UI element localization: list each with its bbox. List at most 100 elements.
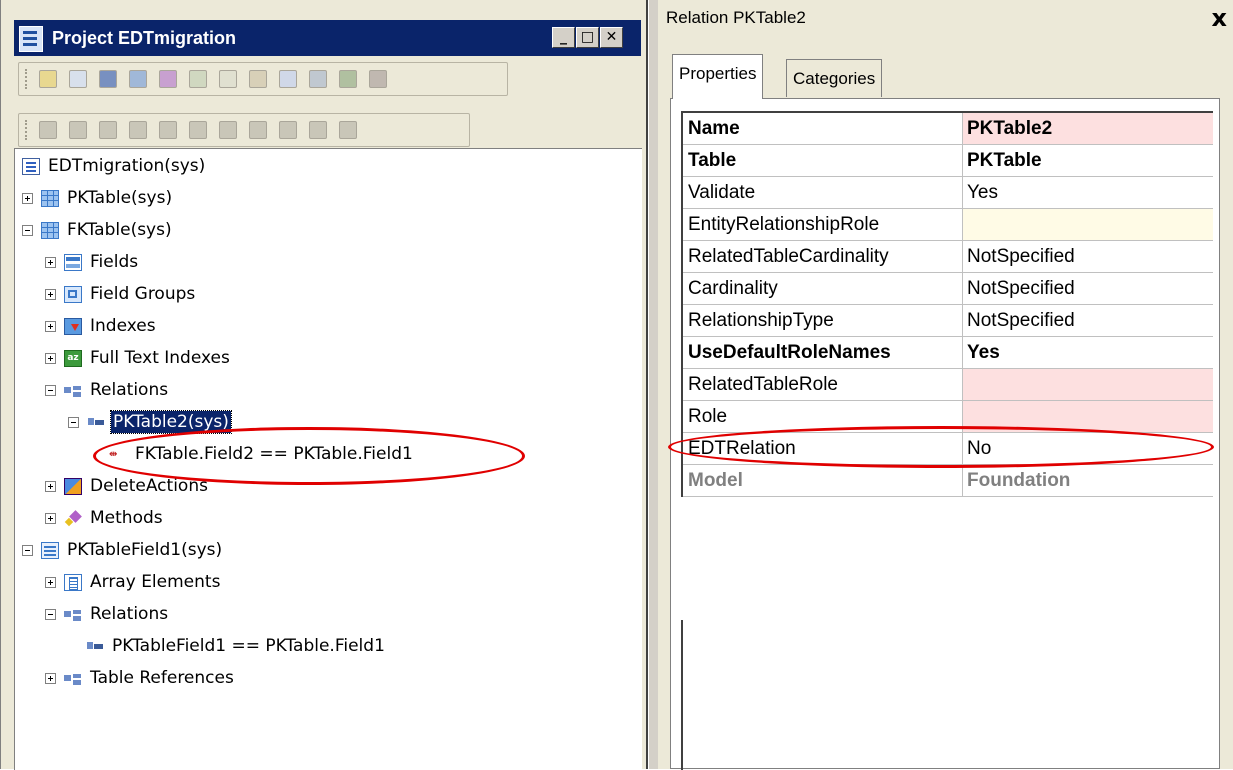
collapse-icon[interactable] <box>45 384 56 396</box>
save-icon <box>99 121 117 139</box>
property-value[interactable] <box>963 401 1213 432</box>
expand-icon[interactable] <box>45 288 56 300</box>
property-name: Model <box>683 465 963 496</box>
tree-node-array-elements[interactable]: Array Elements <box>45 569 222 595</box>
property-name: RelatedTableRole <box>683 369 963 400</box>
property-value[interactable]: No <box>963 433 1213 464</box>
tree-node-fields[interactable]: Fields <box>45 249 140 275</box>
checkin-icon[interactable] <box>249 70 267 88</box>
close-button[interactable]: ✕ <box>600 27 623 48</box>
sort-icon[interactable] <box>129 70 147 88</box>
expand-icon[interactable] <box>45 320 56 332</box>
tree-node-label: Field Groups <box>90 284 196 304</box>
property-value[interactable]: Yes <box>963 177 1213 208</box>
tree-node-table-references[interactable]: Table References <box>45 665 236 691</box>
property-value[interactable] <box>963 369 1213 400</box>
expand-icon[interactable] <box>22 192 33 204</box>
save-icon[interactable] <box>99 70 117 88</box>
minimize-button[interactable]: _ <box>552 27 575 48</box>
property-value[interactable]: PKTable <box>963 145 1213 176</box>
expand-icon[interactable] <box>45 352 56 364</box>
properties-icon[interactable] <box>69 70 87 88</box>
property-name: Validate <box>683 177 963 208</box>
tree-node-field-groups[interactable]: Field Groups <box>45 281 197 307</box>
compile-icon[interactable] <box>219 70 237 88</box>
collapse-icon[interactable] <box>22 544 33 556</box>
property-row-role[interactable]: Role <box>683 401 1213 433</box>
undo-icon[interactable] <box>309 70 327 88</box>
property-row-validate[interactable]: Validate Yes <box>683 177 1213 209</box>
property-row-entity-relationship-role[interactable]: EntityRelationshipRole <box>683 209 1213 241</box>
tree-node-indexes[interactable]: Indexes <box>45 313 158 339</box>
checkout-icon[interactable] <box>279 70 297 88</box>
tree-node-label: Relations <box>90 380 169 400</box>
property-row-use-default-role-names[interactable]: UseDefaultRoleNames Yes <box>683 337 1213 369</box>
project-toolbar-2 <box>18 113 470 147</box>
expand-icon[interactable] <box>45 512 56 524</box>
table-references-icon <box>64 670 82 687</box>
property-value[interactable]: NotSpecified <box>963 305 1213 336</box>
tree-node-full-text-indexes[interactable]: az Full Text Indexes <box>45 345 232 371</box>
tree-node-label: Relations <box>90 604 169 624</box>
sort-icon <box>129 121 147 139</box>
toolbar-grip[interactable] <box>25 69 31 89</box>
history-icon[interactable] <box>339 70 357 88</box>
property-row-related-table-cardinality[interactable]: RelatedTableCardinality NotSpecified <box>683 241 1213 273</box>
property-row-relationship-type[interactable]: RelationshipType NotSpecified <box>683 305 1213 337</box>
property-row-cardinality[interactable]: Cardinality NotSpecified <box>683 273 1213 305</box>
tree-node-root[interactable]: EDTmigration(sys) <box>22 153 207 179</box>
tree-node-label: FKTable(sys) <box>67 220 172 240</box>
project-toolbar-1 <box>18 62 508 96</box>
window-splitter[interactable] <box>648 0 658 769</box>
tree-node-edt-relations[interactable]: Relations <box>45 601 170 627</box>
tree-node-label: Fields <box>90 252 139 272</box>
collapse-icon[interactable] <box>68 416 79 428</box>
property-window-title: Relation PKTable2 <box>666 8 806 27</box>
open-icon[interactable] <box>39 70 57 88</box>
property-value[interactable]: PKTable2 <box>963 113 1213 144</box>
property-row-related-table-role[interactable]: RelatedTableRole <box>683 369 1213 401</box>
properties-icon <box>69 121 87 139</box>
property-row-name[interactable]: Name PKTable2 <box>683 113 1213 145</box>
tree-node-label: DeleteActions <box>90 476 208 496</box>
relation-icon <box>86 638 104 655</box>
tree-node-pktable2[interactable]: PKTable2(sys) <box>68 409 232 435</box>
property-row-model[interactable]: Model Foundation <box>683 465 1213 497</box>
property-value[interactable]: NotSpecified <box>963 241 1213 272</box>
compile-icon <box>189 121 207 139</box>
property-value[interactable]: NotSpecified <box>963 273 1213 304</box>
property-grid: Name PKTable2 Table PKTable Validate Yes… <box>681 111 1213 497</box>
filter-icon[interactable] <box>159 70 177 88</box>
collapse-icon[interactable] <box>22 224 33 236</box>
property-row-table[interactable]: Table PKTable <box>683 145 1213 177</box>
tree-node-pktablefield1[interactable]: PKTableField1(sys) <box>22 537 224 563</box>
project-title-bar[interactable]: Project EDTmigration _ □ ✕ <box>14 20 641 56</box>
close-icon[interactable]: x <box>1212 4 1227 32</box>
full-text-index-icon: az <box>64 349 82 367</box>
expand-icon[interactable] <box>45 480 56 492</box>
property-value[interactable]: Yes <box>963 337 1213 368</box>
tree-node-field-relation[interactable]: ⇹ FKTable.Field2 == PKTable.Field1 <box>109 441 415 467</box>
collapse-icon[interactable] <box>45 608 56 620</box>
tree-node-edt-relation[interactable]: PKTableField1 == PKTable.Field1 <box>86 633 387 659</box>
tree-node-delete-actions[interactable]: DeleteActions <box>45 473 210 499</box>
field-groups-icon <box>64 285 82 303</box>
property-panel: Name PKTable2 Table PKTable Validate Yes… <box>670 98 1220 770</box>
maximize-button[interactable]: □ <box>576 27 599 48</box>
tree-node-methods[interactable]: Methods <box>45 505 165 531</box>
tree-node-label: Array Elements <box>90 572 221 592</box>
refresh-icon[interactable] <box>369 70 387 88</box>
tab-categories[interactable]: Categories <box>786 59 883 97</box>
project-icon <box>19 26 43 52</box>
tree-node-pktable[interactable]: PKTable(sys) <box>22 185 174 211</box>
tree-node-fktable[interactable]: FKTable(sys) <box>22 217 174 243</box>
property-value[interactable] <box>963 209 1213 240</box>
tab-properties[interactable]: Properties <box>672 54 764 99</box>
expand-icon[interactable] <box>45 256 56 268</box>
property-row-edt-relation[interactable]: EDTRelation No <box>683 433 1213 465</box>
expand-icon[interactable] <box>45 672 56 684</box>
toolbar-grip[interactable] <box>25 120 31 140</box>
tree-node-relations[interactable]: Relations <box>45 377 170 403</box>
import-icon[interactable] <box>189 70 207 88</box>
expand-icon[interactable] <box>45 576 56 588</box>
